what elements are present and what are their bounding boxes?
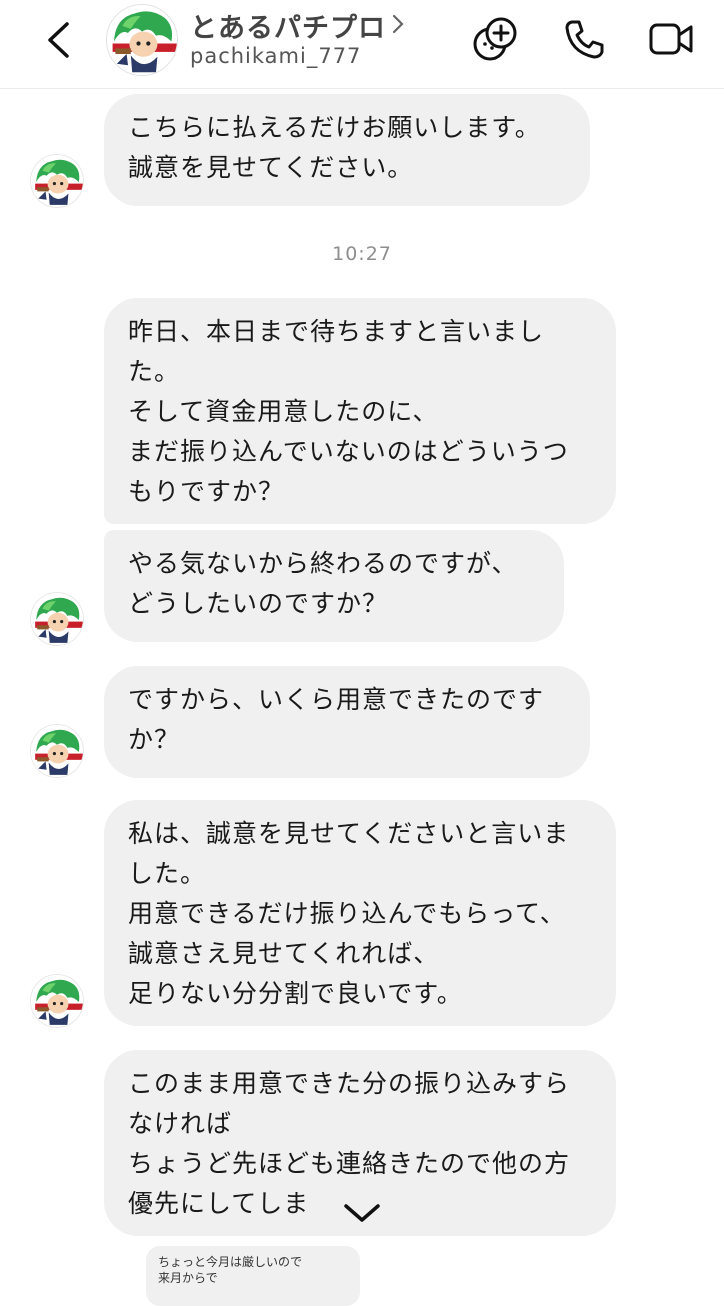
contact-username[interactable]: pachikami_777 bbox=[190, 44, 361, 68]
message-bubble[interactable]: やる気ないから終わるのですが、 どうしたいのですか？ bbox=[104, 530, 564, 642]
contact-name[interactable]: とあるパチプロ bbox=[190, 6, 386, 45]
reply-preview-line: ちょっと今月は厳しいので bbox=[158, 1255, 303, 1269]
avatar[interactable] bbox=[30, 154, 84, 208]
message-line: そして資金用意したのに、 bbox=[128, 397, 439, 426]
message-line: なければ bbox=[128, 1109, 233, 1138]
avatar[interactable] bbox=[30, 724, 84, 778]
message-line: 昨日、本日まで待ちますと言いまし bbox=[128, 317, 545, 346]
avatar[interactable] bbox=[106, 4, 178, 76]
message-line: た。 bbox=[128, 357, 181, 386]
message-line: こちらに払えるだけお願いします。 bbox=[128, 113, 541, 142]
message-line: 私は、誠意を見せてくださいと言いま bbox=[128, 819, 570, 848]
message-bubble[interactable]: 昨日、本日まで待ちますと言いまし た。 そして資金用意したのに、 まだ振り込んで… bbox=[104, 298, 616, 524]
reply-preview-line: 来月からで bbox=[158, 1271, 218, 1285]
avatar[interactable] bbox=[30, 592, 84, 646]
message-line: まだ振り込んでいないのはどういうつ bbox=[128, 437, 569, 466]
message-bubble[interactable]: こちらに払えるだけお願いします。 誠意を見せてください。 bbox=[104, 94, 590, 206]
message-line: 誠意を見せてください。 bbox=[128, 153, 414, 182]
message-line: 誠意さえ見せてくれれば、 bbox=[128, 939, 440, 968]
message-bubble[interactable]: 私は、誠意を見せてくださいと言いま した。 用意できるだけ振り込んでもらって、 … bbox=[104, 800, 616, 1026]
message-line: ですから、いくら用意できたのです bbox=[128, 685, 545, 714]
chat-header: とあるパチプロ pachikami_777 bbox=[0, 0, 724, 89]
video-call-icon[interactable] bbox=[646, 14, 696, 64]
message-line: もりですか？ bbox=[128, 477, 285, 506]
timestamp: 10:27 bbox=[332, 243, 392, 265]
message-line: か？ bbox=[128, 725, 181, 754]
effects-icon[interactable] bbox=[470, 14, 520, 64]
avatar[interactable] bbox=[30, 974, 84, 1028]
message-line: どうしたいのですか？ bbox=[128, 589, 389, 618]
reply-preview[interactable]: ちょっと今月は厳しいので 来月からで bbox=[146, 1246, 360, 1306]
scroll-to-bottom-button[interactable] bbox=[336, 1188, 388, 1240]
message-line: このまま用意できた分の振り込みすら bbox=[128, 1069, 571, 1098]
message-line: 足りない分分割で良いです。 bbox=[128, 979, 463, 1008]
back-chevron-icon[interactable] bbox=[40, 18, 80, 62]
chevron-down-icon bbox=[344, 1204, 380, 1222]
message-line: ちょうど先ほども連絡きたので他の方 bbox=[128, 1149, 571, 1178]
phone-call-icon[interactable] bbox=[560, 14, 610, 64]
message-line: 用意できるだけ振り込んでもらって、 bbox=[128, 899, 566, 928]
message-bubble[interactable]: ですから、いくら用意できたのです か？ bbox=[104, 666, 590, 778]
chevron-right-icon[interactable] bbox=[390, 12, 406, 36]
message-line: した。 bbox=[128, 859, 207, 888]
message-line: やる気ないから終わるのですが、 bbox=[128, 549, 518, 578]
